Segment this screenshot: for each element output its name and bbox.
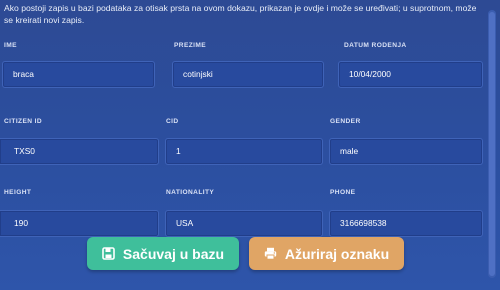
cid-field[interactable]: 1 xyxy=(165,138,323,165)
info-text: Ako postoji zapis u bazi podataka za oti… xyxy=(4,3,477,25)
label-citizen-id: CITIZEN ID xyxy=(4,118,43,125)
label-datum-rodenja: DATUM RODENJA xyxy=(344,42,407,49)
scrollbar[interactable] xyxy=(488,10,496,278)
height-field[interactable]: 190 xyxy=(0,210,159,237)
label-cid: CID xyxy=(166,118,179,125)
label-nationality: NATIONALITY xyxy=(166,189,215,196)
floppy-disk-icon xyxy=(102,247,115,260)
label-phone: PHONE xyxy=(330,189,356,196)
gender-field[interactable]: male xyxy=(329,138,483,165)
citizen-id-field[interactable]: TXS0 xyxy=(0,138,159,165)
save-button-label: Sačuvaj u bazu xyxy=(122,245,225,262)
label-ime: IME xyxy=(4,42,17,49)
update-tag-button[interactable]: Ažuriraj oznaku xyxy=(249,237,404,270)
update-button-label: Ažuriraj oznaku xyxy=(284,245,390,262)
save-to-database-button[interactable]: Sačuvaj u bazu xyxy=(87,237,239,270)
label-gender: GENDER xyxy=(330,118,361,125)
datum-rodenja-field[interactable]: 10/04/2000 xyxy=(338,61,483,88)
label-height: HEIGHT xyxy=(4,189,32,196)
phone-field[interactable]: 3166698538 xyxy=(329,210,483,237)
nationality-field[interactable]: USA xyxy=(165,210,323,237)
ime-field[interactable]: braca xyxy=(2,61,155,88)
printer-icon xyxy=(264,247,277,260)
prezime-field[interactable]: cotinjski xyxy=(172,61,324,88)
label-prezime: PREZIME xyxy=(174,42,207,49)
scrollbar-thumb[interactable] xyxy=(489,12,495,276)
